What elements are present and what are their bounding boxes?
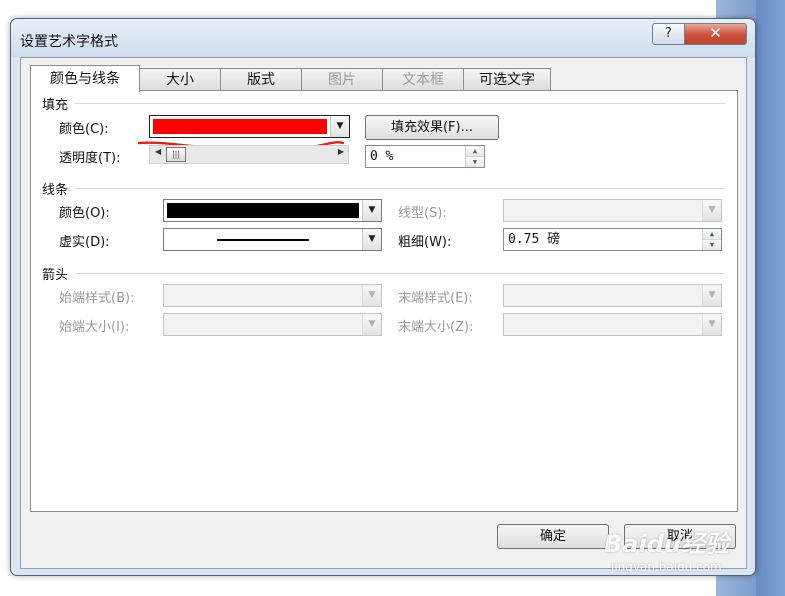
arrows-section-label: 箭头 — [42, 268, 69, 283]
solid-line-sample — [217, 239, 309, 241]
end-size-dropdown: ▼ — [503, 313, 722, 336]
spin-up-icon[interactable]: ▲ — [466, 146, 484, 157]
chevron-down-icon: ▼ — [362, 200, 381, 221]
title-bar[interactable]: 设置艺术字格式 ? ✕ — [11, 19, 755, 57]
ok-button[interactable]: 确定 — [497, 524, 609, 549]
tab-size[interactable]: 大小 — [139, 68, 221, 91]
tab-colors-and-lines[interactable]: 颜色与线条 — [30, 65, 140, 92]
dash-dropdown[interactable]: ▼ — [163, 228, 382, 251]
arrows-divider — [75, 273, 725, 274]
fill-color-label: 颜色(C): — [59, 122, 109, 137]
tab-text-box: 文本框 — [382, 68, 464, 91]
chevron-down-icon: ▼ — [362, 314, 381, 335]
dash-label: 虚实(D): — [59, 235, 110, 250]
chevron-down-icon: ▼ — [702, 200, 721, 221]
chevron-down-icon: ▼ — [702, 285, 721, 306]
slider-right-arrow-icon: ▶ — [337, 147, 344, 156]
line-style-label: 线型(S): — [398, 206, 447, 221]
chevron-down-icon: ▼ — [330, 116, 349, 137]
spin-down-icon[interactable]: ▼ — [703, 240, 721, 250]
begin-size-dropdown: ▼ — [163, 313, 382, 336]
begin-style-dropdown: ▼ — [163, 284, 382, 307]
spin-down-icon[interactable]: ▼ — [466, 157, 484, 167]
tab-panel: 填充 颜色(C): ▼ 填充效果(F)... 透明度(T): ◀ ||| ▶ 0… — [30, 90, 738, 512]
begin-style-label: 始端样式(B): — [59, 291, 135, 306]
fill-color-dropdown[interactable]: ▼ — [149, 115, 350, 138]
close-button[interactable]: ✕ — [684, 23, 747, 45]
end-size-label: 末端大小(Z): — [398, 320, 474, 335]
fill-section-label: 填充 — [42, 98, 69, 113]
line-color-label: 颜色(O): — [59, 206, 110, 221]
spin-up-icon[interactable]: ▲ — [703, 229, 721, 240]
transparency-spinner[interactable]: 0 % ▲ ▼ — [365, 145, 485, 168]
weight-spinner[interactable]: 0.75 磅 ▲ ▼ — [503, 228, 722, 251]
fill-color-swatch — [153, 119, 327, 134]
watermark-logo: Baidu经验 — [604, 530, 729, 558]
slider-thumb[interactable]: ||| — [166, 147, 186, 162]
transparency-slider[interactable]: ◀ ||| ▶ — [149, 145, 349, 164]
end-style-dropdown: ▼ — [503, 284, 722, 307]
transparency-value: 0 % — [370, 149, 394, 164]
slider-left-arrow-icon: ◀ — [155, 147, 162, 156]
weight-value: 0.75 磅 — [508, 232, 561, 247]
line-color-dropdown[interactable]: ▼ — [163, 199, 382, 222]
weight-label: 粗细(W): — [398, 235, 452, 250]
help-button[interactable]: ? — [652, 23, 685, 45]
dialog-client-area: 颜色与线条 大小 版式 图片 文本框 可选文字 填充 颜色(C): ▼ 填充效果… — [20, 57, 747, 569]
dialog-title: 设置艺术字格式 — [20, 34, 118, 50]
chevron-down-icon: ▼ — [362, 285, 381, 306]
tab-layout[interactable]: 版式 — [220, 68, 302, 91]
transparency-label: 透明度(T): — [59, 151, 121, 166]
format-wordart-dialog: 设置艺术字格式 ? ✕ 颜色与线条 大小 版式 图片 文本框 可选文字 填充 颜… — [10, 18, 756, 576]
line-section-label: 线条 — [42, 183, 69, 198]
begin-size-label: 始端大小(I): — [59, 320, 130, 335]
fill-divider — [75, 103, 725, 104]
chevron-down-icon: ▼ — [702, 314, 721, 335]
watermark-url: jingyan.baidu.com — [611, 560, 722, 574]
line-style-dropdown: ▼ — [503, 199, 722, 222]
close-icon: ✕ — [709, 24, 722, 42]
fill-effects-button[interactable]: 填充效果(F)... — [365, 115, 499, 140]
end-style-label: 末端样式(E): — [398, 291, 473, 306]
line-divider — [75, 188, 725, 189]
chevron-down-icon: ▼ — [362, 229, 381, 250]
tab-alt-text[interactable]: 可选文字 — [463, 68, 551, 91]
line-color-swatch — [167, 203, 359, 218]
tab-picture: 图片 — [301, 68, 383, 91]
